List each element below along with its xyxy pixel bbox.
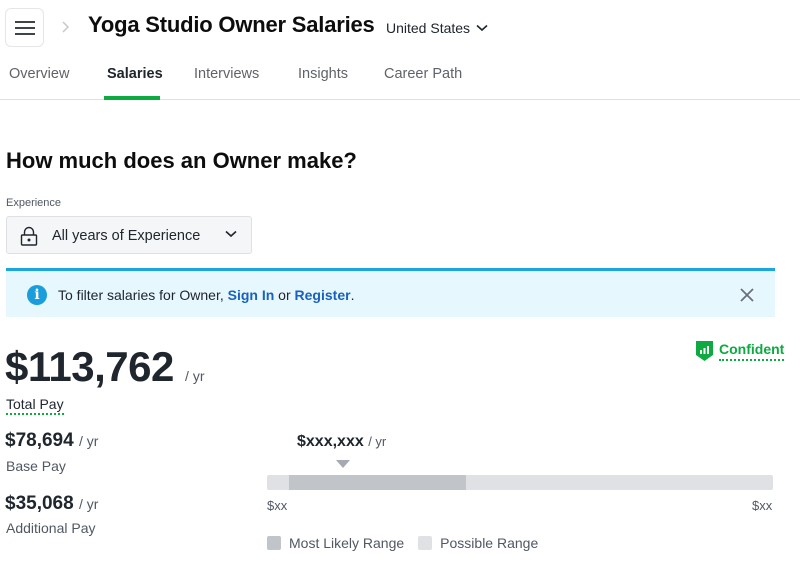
experience-value: All years of Experience — [52, 228, 201, 244]
tab-bar: Overview Salaries Interviews Insights Ca… — [0, 60, 800, 100]
legend-label-most-likely: Most Likely Range — [289, 535, 405, 551]
range-min-label: $xx — [267, 498, 288, 513]
tab-interviews[interactable]: Interviews — [194, 66, 259, 82]
base-pay-label: Base Pay — [6, 458, 66, 474]
menu-button[interactable] — [5, 8, 44, 47]
section-heading: How much does an Owner make? — [6, 148, 357, 173]
additional-pay-unit: / yr — [78, 496, 99, 512]
info-icon: i — [27, 285, 47, 305]
banner-message: To filter salaries for Owner, Sign In or… — [58, 287, 354, 303]
median-marker — [335, 460, 350, 468]
total-pay-unit: / yr — [185, 368, 205, 384]
total-pay-label[interactable]: Total Pay — [6, 396, 64, 415]
signin-info-banner: i To filter salaries for Owner, Sign In … — [6, 268, 775, 317]
legend-label-possible: Possible Range — [440, 535, 539, 551]
base-pay-unit: / yr — [78, 433, 99, 449]
legend-swatch-possible — [418, 536, 433, 550]
confidence-badge[interactable]: Confident — [695, 340, 785, 362]
experience-label: Experience — [6, 197, 62, 209]
lock-icon — [20, 226, 38, 246]
median-pay-value: $xxx,xxx / yr — [297, 433, 386, 451]
tab-salaries[interactable]: Salaries — [107, 66, 163, 82]
chevron-right-icon — [62, 21, 70, 33]
chevron-down-icon — [476, 24, 488, 32]
range-legend: Most Likely Range Possible Range — [267, 535, 552, 551]
close-icon[interactable] — [738, 286, 756, 304]
confidence-shield-icon — [696, 341, 713, 361]
additional-pay-label: Additional Pay — [6, 520, 96, 536]
total-pay-value: $113,762 / yr — [5, 343, 205, 391]
legend-swatch-most-likely — [267, 536, 281, 550]
confidence-label: Confident — [719, 341, 785, 361]
tab-overview[interactable]: Overview — [9, 66, 69, 82]
banner-text: To filter salaries for Owner, — [58, 287, 228, 303]
additional-pay-value: $35,068 / yr — [5, 493, 98, 515]
hamburger-menu-icon — [14, 20, 35, 35]
banner-text-suffix: . — [350, 287, 355, 303]
most-likely-range-bar — [288, 475, 466, 490]
register-link[interactable]: Register — [295, 287, 351, 303]
legend-most-likely: Most Likely Range — [267, 535, 404, 551]
chevron-down-icon — [225, 230, 237, 238]
country-label: United States — [386, 20, 471, 36]
possible-range-bar — [267, 475, 773, 490]
range-max-label: $xx — [752, 498, 773, 513]
total-pay-amount: $113,762 — [5, 343, 174, 390]
additional-pay-amount: $35,068 — [5, 493, 74, 514]
experience-dropdown[interactable]: All years of Experience — [6, 216, 252, 254]
banner-text-or: or — [274, 287, 295, 303]
tab-insights[interactable]: Insights — [298, 66, 348, 82]
legend-possible: Possible Range — [418, 535, 538, 551]
base-pay-amount: $78,694 — [5, 430, 74, 451]
base-pay-value: $78,694 / yr — [5, 430, 98, 452]
page-title: Yoga Studio Owner Salaries — [88, 12, 375, 37]
median-amount: $xxx,xxx — [297, 433, 364, 450]
active-tab-indicator — [104, 96, 160, 100]
tab-career-path[interactable]: Career Path — [384, 66, 462, 82]
sign-in-link[interactable]: Sign In — [228, 287, 275, 303]
median-unit: / yr — [368, 434, 387, 449]
country-selector[interactable]: United States — [386, 20, 488, 36]
